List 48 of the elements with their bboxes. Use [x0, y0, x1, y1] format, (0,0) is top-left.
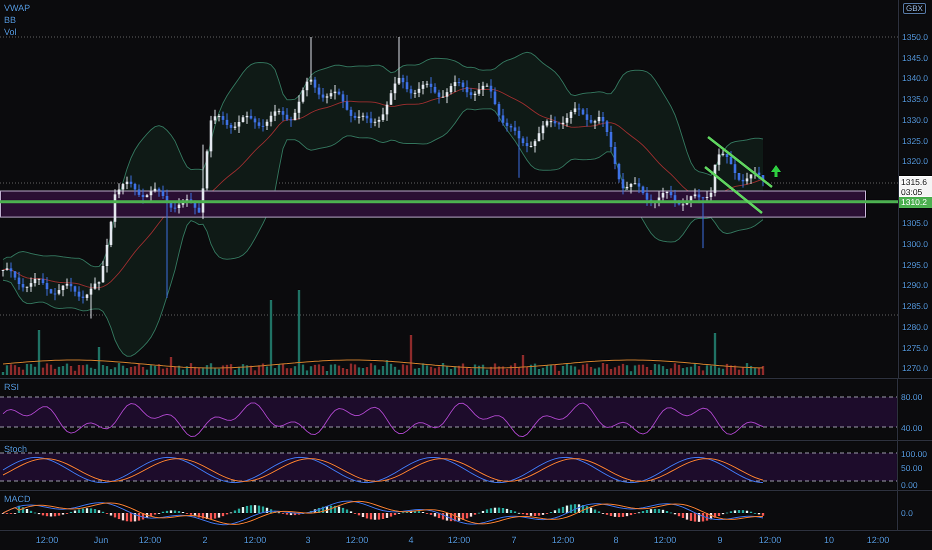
time-label: 12:00: [346, 535, 368, 545]
value-label: 100.00: [901, 449, 928, 459]
time-label: Jun: [94, 535, 108, 545]
price-label: 1280.0: [902, 322, 928, 332]
price-label: 1275.0: [902, 342, 928, 352]
price-label: 1345.0: [902, 52, 928, 63]
time-label: 9: [718, 535, 722, 545]
price-label: 1300.0: [902, 239, 928, 249]
price-label: 1290.0: [902, 280, 928, 290]
time-label: 12:00: [654, 535, 676, 545]
pane-title: Stoch: [4, 444, 28, 454]
price-label: 1320.0: [902, 156, 928, 166]
time-label: 12:00: [448, 535, 470, 545]
price-label: 1340.0: [902, 73, 928, 84]
indicator-label: VWAP: [4, 3, 30, 14]
price-label: 1335.0: [902, 94, 928, 104]
time-label: 12:00: [866, 535, 890, 545]
value-label: 40.00: [901, 423, 922, 433]
time-label: 12:00: [758, 535, 782, 545]
price-label: 1325.0: [902, 136, 928, 146]
pane-title: MACD: [4, 494, 30, 504]
indicator-label: Vol: [4, 27, 18, 38]
time-label: 7: [512, 535, 516, 545]
time-label: 12:00: [552, 535, 574, 545]
price-label: 1295.0: [902, 260, 928, 270]
value-label: 0.0: [901, 508, 913, 518]
time-label: 12:00: [244, 535, 266, 545]
indicator-label: BB: [4, 15, 18, 26]
time-label: 2: [202, 535, 208, 545]
price-label: 1270.0: [902, 363, 928, 374]
time-label: 10: [824, 535, 834, 545]
candle-countdown: 03:05: [901, 187, 924, 197]
price-label: 1350.0: [902, 32, 928, 42]
time-label: 12:00: [36, 535, 58, 545]
time-label: 4: [408, 535, 414, 545]
last-price: 1315.6: [901, 177, 928, 187]
time-label: 3: [306, 535, 310, 545]
level-price-badge: 1310.2: [899, 197, 932, 208]
time-label: 12:00: [138, 535, 162, 545]
price-label: 1285.0: [902, 301, 928, 312]
value-label: 0.00: [901, 480, 918, 490]
currency-badge: GBX: [903, 3, 926, 14]
value-label: 50.00: [901, 463, 922, 473]
pane-title: RSI: [4, 382, 20, 392]
price-label: 1330.0: [902, 114, 928, 125]
price-label: 1305.0: [902, 218, 928, 228]
time-label: 8: [614, 535, 618, 545]
value-label: 80.00: [901, 392, 922, 402]
